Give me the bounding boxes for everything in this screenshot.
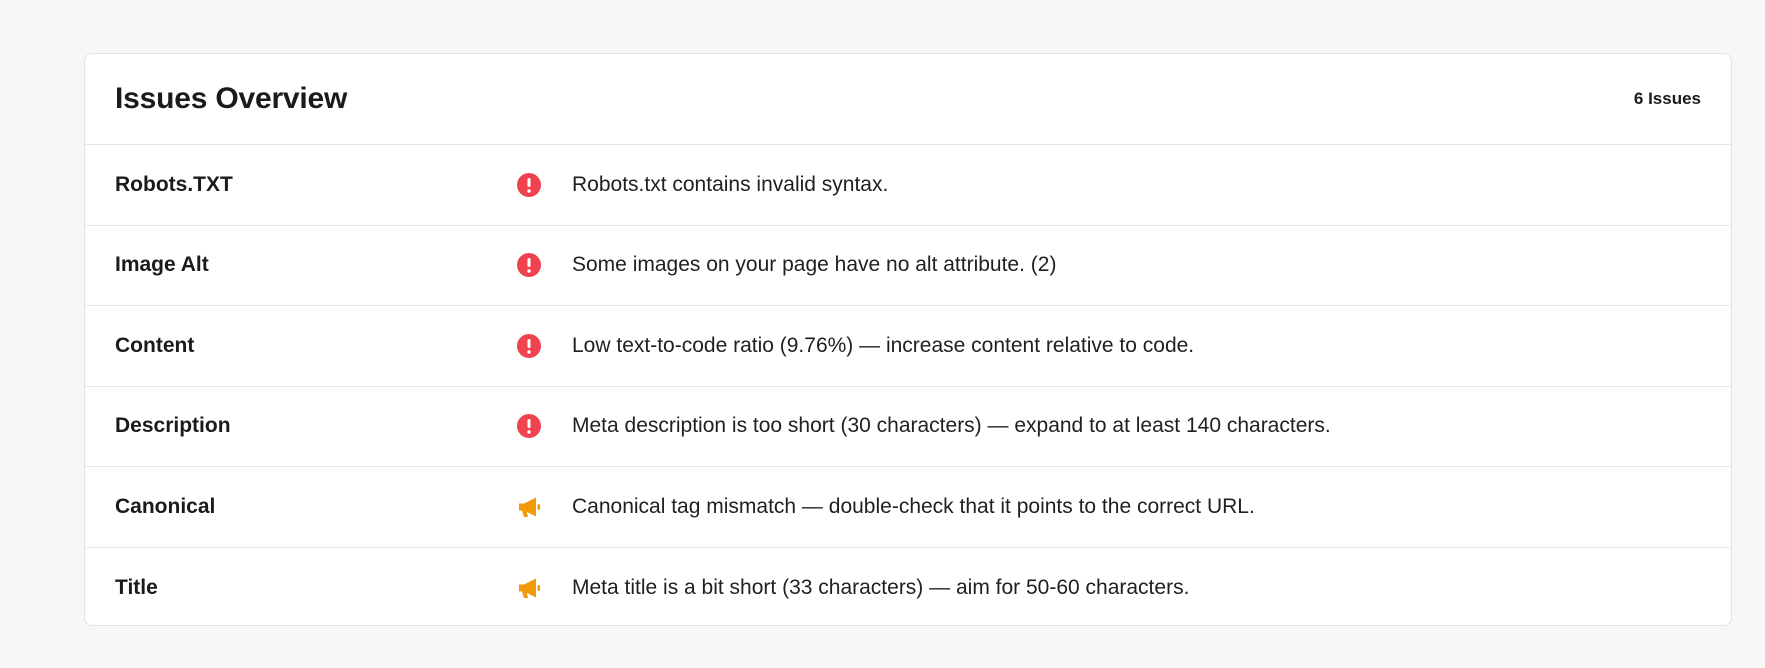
- issue-category: Content: [115, 333, 195, 357]
- issue-category: Canonical: [115, 494, 216, 518]
- error-icon: [515, 332, 542, 359]
- megaphone-icon: [515, 493, 542, 520]
- issue-category: Robots.TXT: [115, 172, 233, 196]
- error-icon: [515, 171, 542, 198]
- issue-row-description: Description Meta description is too shor…: [85, 387, 1731, 467]
- issue-message: Meta title is a bit short (33 characters…: [572, 575, 1190, 599]
- error-icon: [515, 252, 542, 279]
- issue-message: Meta description is too short (30 charac…: [572, 414, 1331, 438]
- issue-message: Canonical tag mismatch — double-check th…: [572, 494, 1255, 518]
- issues-overview-card: Issues Overview 6 Issues Robots.TXT Robo…: [84, 53, 1732, 626]
- issue-category: Image Alt: [115, 253, 209, 277]
- issue-count-badge: 6 Issues: [1633, 89, 1701, 108]
- issue-category: Description: [115, 414, 231, 438]
- issue-row-image-alt: Image Alt Some images on your page have …: [85, 226, 1731, 306]
- issue-row-content: Content Low text-to-code ratio (9.76%) —…: [85, 306, 1731, 387]
- issue-message: Robots.txt contains invalid syntax.: [572, 172, 889, 196]
- issue-message: Some images on your page have no alt att…: [572, 253, 1057, 277]
- issue-message: Low text-to-code ratio (9.76%) — increas…: [572, 333, 1195, 357]
- issue-row-canonical: Canonical Canonical tag mismatch — doubl…: [85, 467, 1731, 548]
- error-icon: [515, 413, 542, 440]
- issue-row-title: Title Meta title is a bit short (33 char…: [85, 548, 1731, 626]
- megaphone-icon: [515, 574, 542, 601]
- issue-category: Title: [115, 575, 158, 599]
- card-header: Issues Overview 6 Issues: [85, 54, 1731, 145]
- page-title: Issues Overview: [115, 82, 348, 115]
- issue-row-robots-txt: Robots.TXT Robots.txt contains invalid s…: [85, 145, 1731, 226]
